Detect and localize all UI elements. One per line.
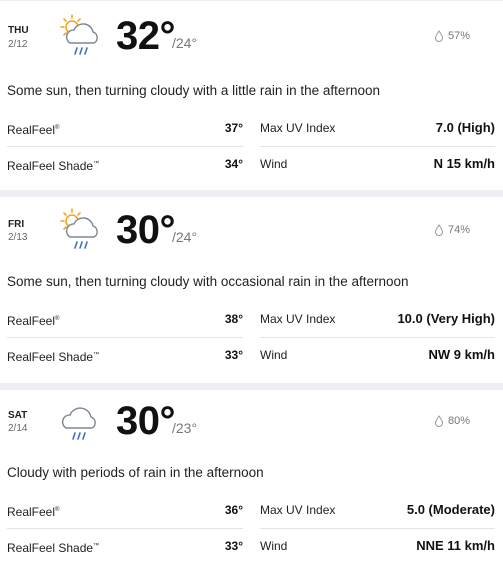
low-temperature: /24° xyxy=(172,229,198,245)
forecast-phrase: Cloudy with periods of rain in the after… xyxy=(7,465,264,480)
precip-value: 57% xyxy=(447,30,470,42)
sun-cloud-rain-icon xyxy=(60,208,98,249)
forecast-phrase: Some sun, then turning cloudy with a lit… xyxy=(7,83,380,98)
uv-index-label: Max UV Index xyxy=(260,503,336,517)
day-date: 2/12 xyxy=(8,39,28,50)
day-date: 2/14 xyxy=(8,423,28,434)
day-card-sat[interactable]: SAT 2/14 30° /23° 80% Cloudy with period… xyxy=(0,390,503,564)
realfeel-label: RealFeel® xyxy=(7,123,60,137)
cloud-rain-icon xyxy=(61,407,96,440)
uv-index-label: Max UV Index xyxy=(260,312,336,326)
section-divider xyxy=(0,190,503,197)
realfeel-label: RealFeel® xyxy=(7,314,60,328)
raindrop-icon xyxy=(434,224,443,236)
wind-label: Wind xyxy=(260,157,288,171)
low-temperature: /23° xyxy=(172,420,198,436)
day-of-week: SAT xyxy=(8,410,28,421)
day-date: 2/13 xyxy=(8,232,28,243)
realfeel-shade-label: RealFeel Shade™ xyxy=(7,350,100,364)
high-temperature: 30° xyxy=(116,208,176,252)
realfeel-shade-value: 34° xyxy=(224,157,243,171)
day-card-fri[interactable]: FRI 2/13 30° /24° 74% Some sun, then tur… xyxy=(0,197,503,373)
realfeel-shade-value: 33° xyxy=(224,348,243,362)
high-temperature: 32° xyxy=(116,14,176,58)
precipitation-probability: 80% xyxy=(434,415,470,427)
forecast-phrase: Some sun, then turning cloudy with occas… xyxy=(7,274,409,289)
realfeel-shade-value: 33° xyxy=(224,539,243,553)
precip-value: 80% xyxy=(447,415,470,427)
forecast-list: THU 2/12 32° /24° 57% Some sun, then tur… xyxy=(0,0,503,564)
realfeel-shade-label: RealFeel Shade™ xyxy=(7,541,100,555)
low-temperature: /24° xyxy=(172,35,198,51)
realfeel-value: 38° xyxy=(224,312,243,326)
precipitation-probability: 74% xyxy=(434,224,470,236)
realfeel-label: RealFeel® xyxy=(7,505,60,519)
wind-value: N 15 km/h xyxy=(433,156,495,171)
high-temperature: 30° xyxy=(116,399,176,443)
uv-index-value: 5.0 (Moderate) xyxy=(406,502,495,517)
realfeel-value: 36° xyxy=(224,503,243,517)
wind-label: Wind xyxy=(260,539,288,553)
raindrop-icon xyxy=(434,30,443,42)
uv-index-value: 7.0 (High) xyxy=(435,120,495,135)
sun-cloud-rain-icon xyxy=(60,14,98,55)
day-of-week: THU xyxy=(8,25,29,36)
realfeel-shade-label: RealFeel Shade™ xyxy=(7,159,100,173)
uv-index-label: Max UV Index xyxy=(260,121,336,135)
realfeel-value: 37° xyxy=(224,121,243,135)
day-of-week: FRI xyxy=(8,219,25,230)
wind-value: NNE 11 km/h xyxy=(416,538,495,553)
wind-value: NW 9 km/h xyxy=(428,347,495,362)
precip-value: 74% xyxy=(447,224,470,236)
uv-index-value: 10.0 (Very High) xyxy=(397,311,495,326)
section-divider xyxy=(0,383,503,390)
wind-label: Wind xyxy=(260,348,288,362)
raindrop-icon xyxy=(434,415,443,427)
day-card-thu[interactable]: THU 2/12 32° /24° 57% Some sun, then tur… xyxy=(0,1,503,182)
precipitation-probability: 57% xyxy=(434,30,470,42)
